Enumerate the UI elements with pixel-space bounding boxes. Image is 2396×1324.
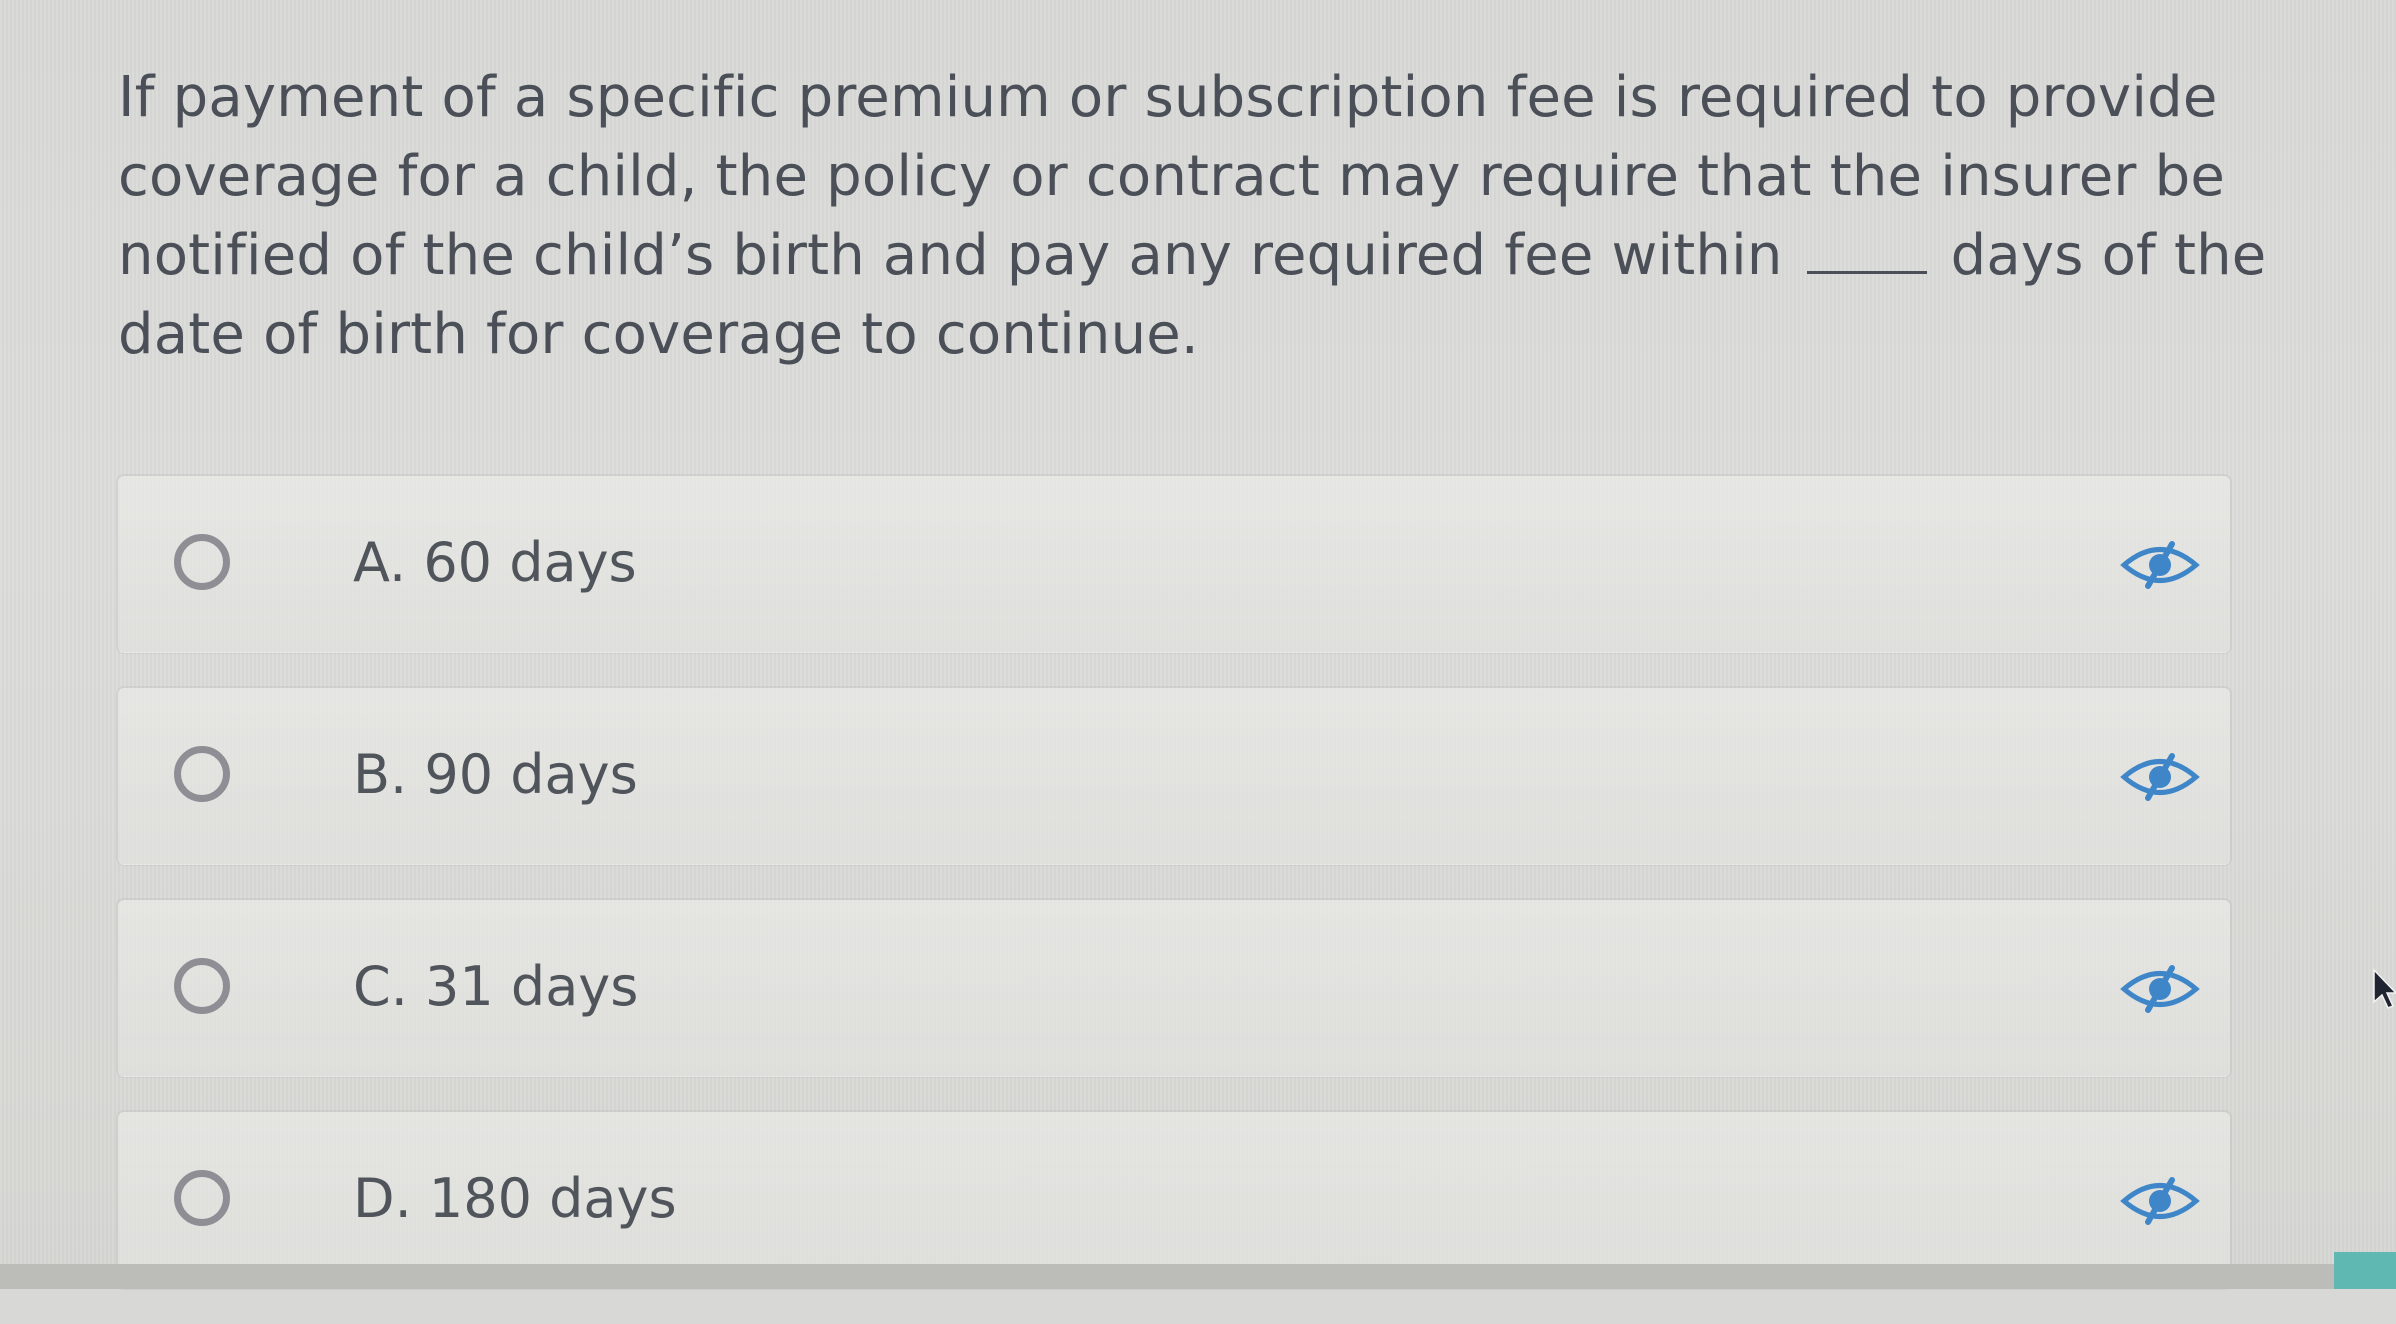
- answer-blank: [1806, 227, 1927, 274]
- option-a[interactable]: A. 60 days: [118, 476, 2230, 652]
- radio-button-a[interactable]: [174, 534, 230, 590]
- eye-slash-icon[interactable]: [2120, 540, 2200, 590]
- radio-button-b[interactable]: [174, 746, 230, 802]
- question-text: If payment of a specific premium or subs…: [118, 58, 2278, 374]
- answer-options: A. 60 days B. 90 days C. 31 days D. 180 …: [118, 476, 2230, 1324]
- eye-slash-icon[interactable]: [2120, 1176, 2200, 1226]
- footer-accent-tab[interactable]: [2334, 1252, 2396, 1289]
- footer-bar: [0, 1264, 2396, 1289]
- eye-slash-icon[interactable]: [2120, 964, 2200, 1014]
- option-c[interactable]: C. 31 days: [118, 900, 2230, 1076]
- option-label-d: D. 180 days: [353, 1167, 677, 1230]
- radio-button-d[interactable]: [174, 1170, 230, 1226]
- option-d[interactable]: D. 180 days: [118, 1112, 2230, 1288]
- option-b[interactable]: B. 90 days: [118, 688, 2230, 864]
- option-label-c: C. 31 days: [353, 955, 639, 1018]
- eye-slash-icon[interactable]: [2120, 752, 2200, 802]
- option-label-b: B. 90 days: [353, 743, 638, 806]
- mouse-pointer-icon: [2373, 968, 2396, 1009]
- radio-button-c[interactable]: [174, 958, 230, 1014]
- option-label-a: A. 60 days: [353, 531, 637, 594]
